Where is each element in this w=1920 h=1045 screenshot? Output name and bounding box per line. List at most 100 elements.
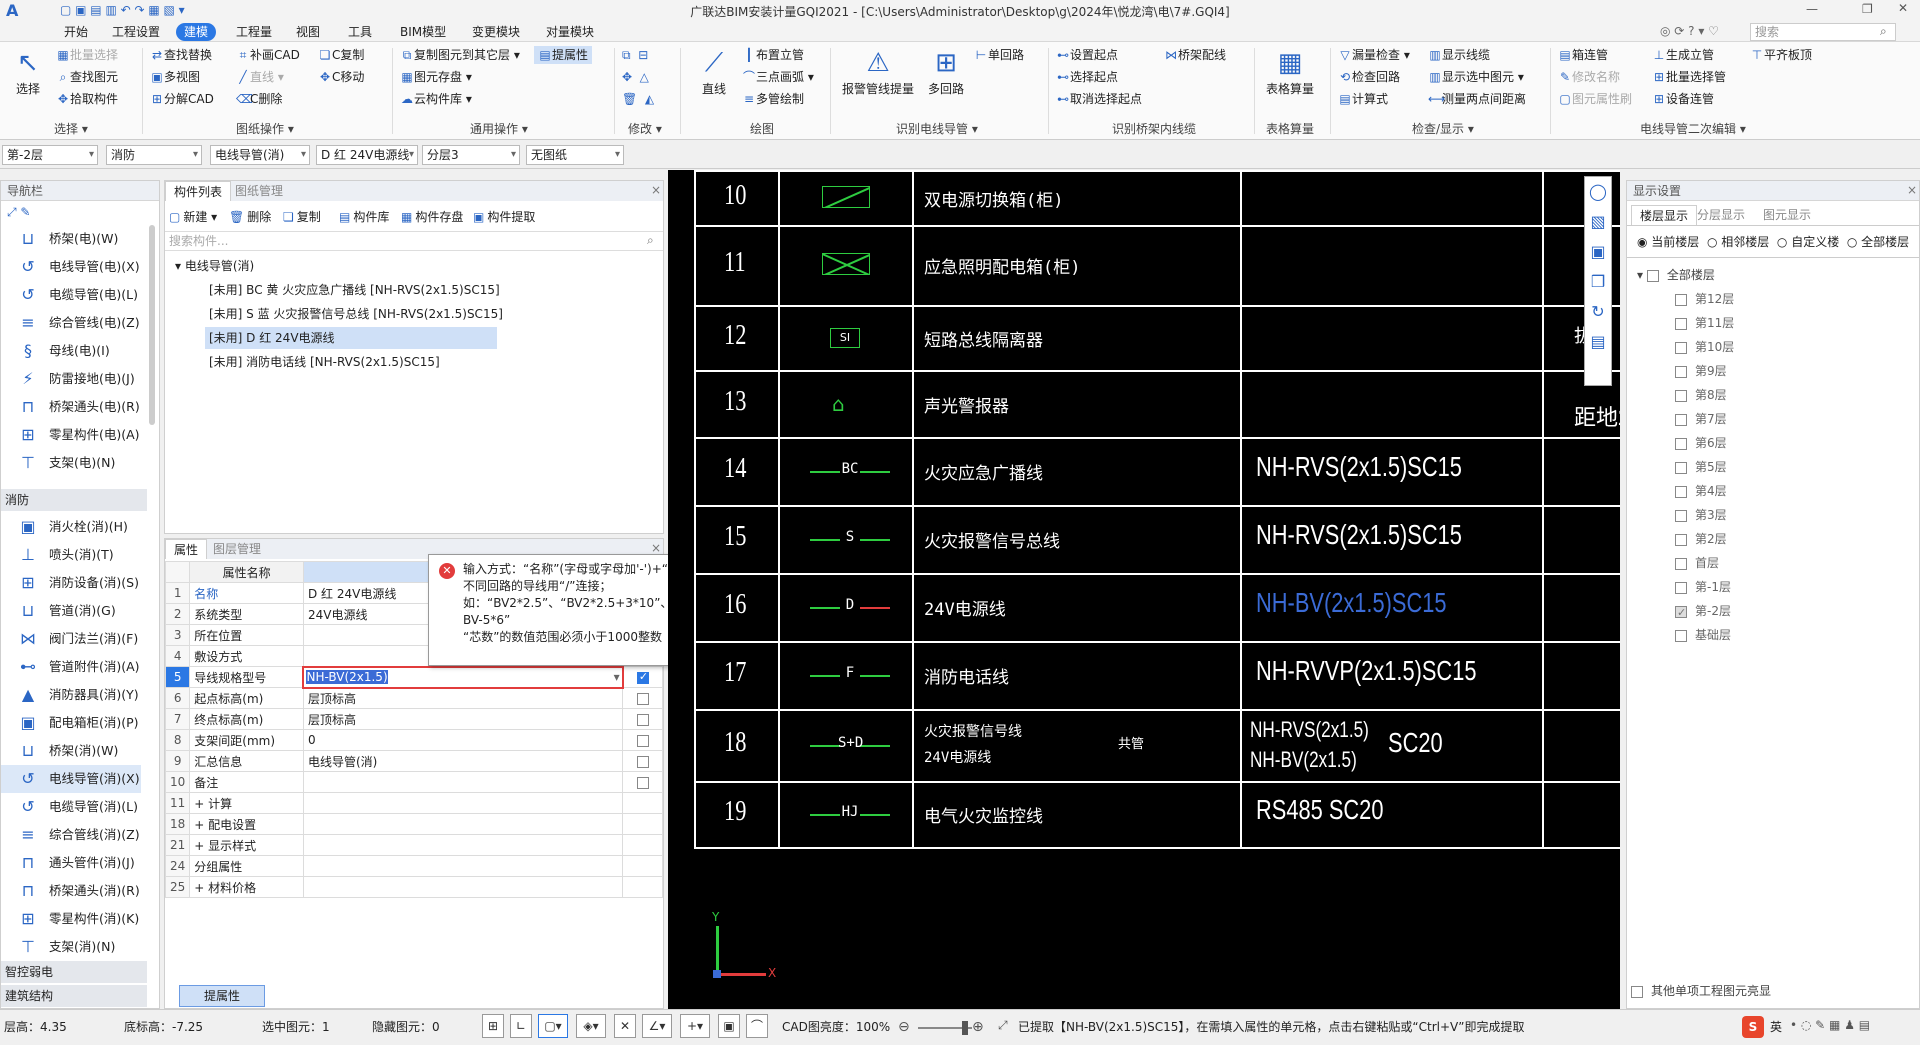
floor-checkbox[interactable]: 第7层: [1675, 409, 1727, 429]
public-checkbox[interactable]: [622, 729, 663, 751]
floor-checkbox[interactable]: 基础层: [1675, 625, 1731, 645]
property-row[interactable]: 7 终点标高(m) 层顶标高: [164, 708, 663, 730]
floor-checkbox[interactable]: 第-1层: [1675, 577, 1731, 597]
property-row[interactable]: 21 + 显示样式: [164, 834, 663, 856]
property-value-edit[interactable]: NH-BV(2x1.5) ▾: [302, 665, 624, 689]
search-icon[interactable]: ⌕: [1880, 24, 1887, 39]
nav-item[interactable]: ⊞ 消防设备(消)(S): [1, 569, 141, 597]
c-copy-button[interactable]: ❏ C复制: [318, 46, 365, 64]
snap-point-icon[interactable]: +▾: [680, 1014, 710, 1038]
floor-checkbox[interactable]: 第2层: [1675, 529, 1727, 549]
panel-close-icon[interactable]: ×: [651, 541, 661, 555]
nav-item[interactable]: ↺ 电缆导管(消)(L): [1, 793, 141, 821]
nav-item[interactable]: ⊓ 桥架通头(消)(R): [1, 877, 141, 905]
alarm-line-button[interactable]: ⚠ 报警管线提量: [838, 46, 918, 97]
public-checkbox[interactable]: [622, 666, 663, 688]
panel-close-icon[interactable]: ×: [651, 183, 661, 197]
table-calc-button[interactable]: ▦ 表格算量: [1260, 46, 1320, 97]
dynamic-observe-icon[interactable]: ◯: [1585, 177, 1611, 207]
tab-component-list[interactable]: 构件列表: [165, 181, 232, 201]
rename-button[interactable]: ✎ 修改名称: [1558, 68, 1620, 86]
property-row[interactable]: 25 + 材料价格: [164, 876, 663, 898]
cancel-start-button[interactable]: ⊷取消选择起点: [1056, 90, 1142, 108]
nav-item[interactable]: ⊞ 零星构件(电)(A): [1, 421, 141, 449]
component-item[interactable]: [未用] BC 黄 火灾应急广播线 [NH-RVS(2x1.5)SC15]: [205, 279, 500, 301]
grid-snap-icon[interactable]: ⊞: [482, 1014, 504, 1038]
bridge-wiring-button[interactable]: ⋈桥架配线: [1164, 46, 1226, 64]
extract-property-button[interactable]: ▤提属性: [534, 46, 593, 64]
property-row[interactable]: 5 导线规格型号 NH-BV(2x1.5) ▾: [164, 665, 663, 689]
component-item[interactable]: [未用] S 蓝 火灾报警信号总线 [NH-RVS(2x1.5)SC15]: [205, 303, 503, 325]
select-mode-icon[interactable]: ▢▾: [538, 1014, 568, 1038]
choose-start-button[interactable]: ⊷选择起点: [1056, 68, 1118, 86]
layer-select[interactable]: 分层3: [422, 145, 520, 165]
new-button[interactable]: ▢ 新建 ▾: [169, 207, 217, 227]
property-value[interactable]: [302, 792, 624, 814]
c-move-button[interactable]: ✥ C移动: [318, 68, 364, 86]
display-icon[interactable]: ▣: [718, 1014, 740, 1038]
property-value[interactable]: 电线导管(消): [302, 750, 624, 772]
gen-riser-button[interactable]: ⊥ 生成立管: [1652, 46, 1714, 64]
menu-view[interactable]: 视图: [288, 23, 328, 41]
menu-quantity[interactable]: 工程量: [228, 23, 280, 41]
floor-checkbox[interactable]: 第8层: [1675, 385, 1727, 405]
minimize-icon[interactable]: —: [1806, 2, 1818, 16]
floor-checkbox[interactable]: ✓ 第-2层: [1675, 601, 1731, 621]
extract-component-button[interactable]: ▣ 构件提取: [473, 207, 535, 227]
nav-item[interactable]: ≡ 综合管线(消)(Z): [1, 821, 141, 849]
radio-current-floor[interactable]: ◉ 当前楼层: [1637, 235, 1699, 249]
menu-change-module[interactable]: 变更模块: [464, 23, 528, 41]
menu-modeling[interactable]: 建模: [176, 23, 217, 41]
ime-tool-icons[interactable]: • ◌ ✎ ▦ ♟ ▤: [1790, 1018, 1870, 1032]
public-checkbox[interactable]: [622, 771, 663, 793]
zoom-in-icon[interactable]: ⊕: [972, 1019, 984, 1035]
nav-item[interactable]: ⊞ 零星构件(消)(K): [1, 905, 141, 933]
menu-bim-model[interactable]: BIM模型: [392, 23, 454, 41]
box-connect-button[interactable]: ▤箱连管: [1558, 46, 1608, 64]
close-icon[interactable]: ✕: [1898, 1, 1908, 15]
nav-item[interactable]: § 母线(电)(I): [1, 337, 141, 365]
angle-icon[interactable]: ∠▾: [642, 1014, 672, 1038]
tab-element-display[interactable]: 图元显示: [1755, 205, 1819, 225]
floor-checkbox[interactable]: 第4层: [1675, 481, 1727, 501]
3d-view-icon[interactable]: ▧: [1585, 207, 1611, 237]
radio-all-floors[interactable]: ○ 全部楼层: [1847, 235, 1909, 249]
nav-category-smart[interactable]: 智控弱电: [1, 961, 147, 983]
nav-item[interactable]: ≡ 综合管线(电)(Z): [1, 309, 141, 337]
supplement-cad-button[interactable]: ⌗ 补画CAD: [236, 46, 300, 64]
view-mode-icon[interactable]: ◈▾: [576, 1014, 606, 1038]
property-row[interactable]: 10 备注: [164, 771, 663, 793]
draw-line-button[interactable]: ⟋ 直线: [694, 46, 734, 97]
component-type-select[interactable]: 电线导管(消): [210, 145, 310, 165]
nav-item[interactable]: ↺ 电线导管(电)(X): [1, 253, 141, 281]
nav-category-fire[interactable]: 消防: [1, 489, 147, 511]
c-delete-button[interactable]: ⌫C删除: [236, 90, 282, 108]
modify-delete-icon[interactable]: 🗑 ◭: [622, 90, 654, 108]
curve-icon[interactable]: ⌒: [746, 1014, 768, 1038]
property-value[interactable]: [302, 834, 624, 856]
all-floors-checkbox[interactable]: ▾ 全部楼层: [1637, 265, 1715, 285]
nav-item[interactable]: ⋈ 阀门法兰(消)(F): [1, 625, 141, 653]
nav-item[interactable]: ↺ 电线导管(消)(X): [1, 765, 141, 793]
property-row[interactable]: 18 + 配电设置: [164, 813, 663, 835]
component-item-selected[interactable]: [未用] D 红 24V电源线: [205, 327, 497, 349]
nav-item[interactable]: ⊔ 桥架(消)(W): [1, 737, 141, 765]
floor-radio-group[interactable]: ◉ 当前楼层 ○ 相邻楼层 ○ 自定义楼 ○ 全部楼层: [1637, 233, 1909, 250]
menu-reconcile-module[interactable]: 对量模块: [538, 23, 602, 41]
property-value[interactable]: [302, 771, 624, 793]
maximize-icon[interactable]: ❐: [1862, 2, 1873, 16]
show-selected-button[interactable]: ▥显示选中图元 ▾: [1428, 68, 1524, 86]
property-value[interactable]: [302, 876, 624, 898]
search-input[interactable]: 搜索: [1750, 23, 1896, 41]
menu-project-settings[interactable]: 工程设置: [104, 23, 168, 41]
public-checkbox[interactable]: [622, 750, 663, 772]
floor-checkbox[interactable]: 第10层: [1675, 337, 1734, 357]
nav-item[interactable]: ▣ 消火栓(消)(H): [1, 513, 141, 541]
cube-view-icon[interactable]: ▣: [1585, 237, 1611, 267]
property-value[interactable]: [302, 813, 624, 835]
floor-checkbox[interactable]: 第12层: [1675, 289, 1734, 309]
component-item[interactable]: [未用] 消防电话线 [NH-RVS(2x1.5)SC15]: [205, 351, 440, 373]
device-pipe-button[interactable]: ⊞ 设备连管: [1652, 90, 1714, 108]
nav-item[interactable]: ⊓ 桥架通头(电)(R): [1, 393, 141, 421]
tab-drawing-management[interactable]: 图纸管理: [227, 181, 291, 201]
